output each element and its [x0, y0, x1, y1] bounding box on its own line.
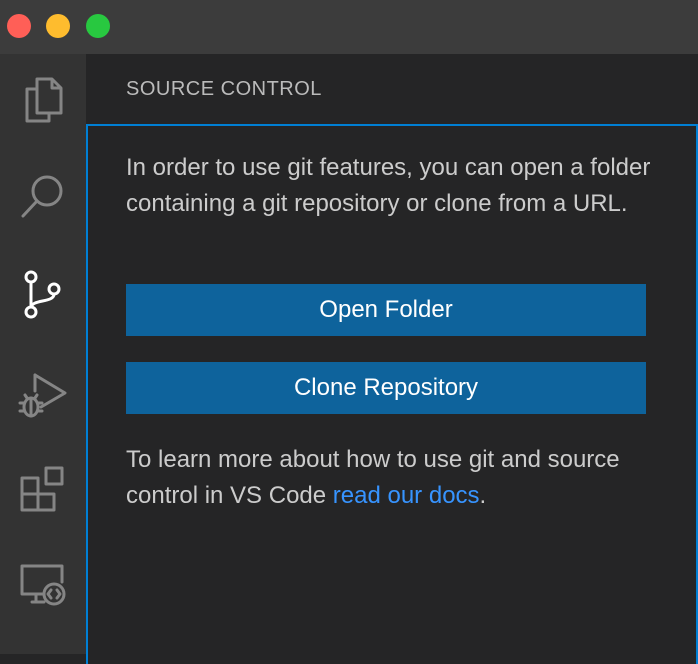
activity-explorer[interactable] [0, 54, 86, 144]
activity-search[interactable] [0, 152, 86, 242]
maximize-window-button[interactable] [86, 14, 110, 38]
run-debug-icon [18, 373, 67, 418]
minimize-window-button[interactable] [46, 14, 70, 38]
learn-more-text: To learn more about how to use git and s… [126, 442, 666, 514]
source-control-welcome-panel: In order to use git features, you can op… [86, 124, 698, 664]
close-window-button[interactable] [7, 14, 31, 38]
learn-more-suffix: . [479, 482, 487, 509]
activity-run-debug[interactable] [0, 350, 86, 440]
clone-repository-button[interactable]: Clone Repository [126, 362, 646, 414]
title-bar [0, 0, 698, 54]
welcome-message: In order to use git features, you can op… [126, 154, 651, 217]
source-control-sidebar: SOURCE CONTROL In order to use git featu… [86, 54, 698, 664]
activity-remote-explorer[interactable] [0, 538, 86, 628]
activity-source-control[interactable] [0, 250, 86, 340]
search-icon [21, 175, 63, 218]
activity-extensions[interactable] [0, 444, 86, 534]
read-docs-link[interactable]: read our docs [333, 482, 480, 509]
source-control-icon [24, 270, 61, 319]
sidebar-title: SOURCE CONTROL [126, 78, 322, 100]
open-folder-button[interactable]: Open Folder [126, 284, 646, 336]
extensions-icon [20, 466, 64, 512]
remote-explorer-icon [20, 564, 66, 606]
files-icon [25, 77, 63, 123]
activity-bar [0, 54, 86, 654]
